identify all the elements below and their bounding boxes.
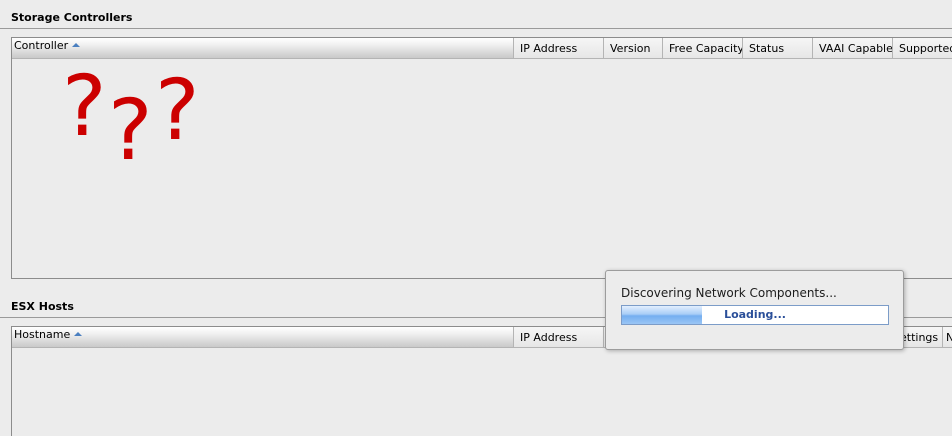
column-header-label: ettings xyxy=(900,331,939,344)
column-header-label: Status xyxy=(749,42,785,55)
column-header-label: Controller xyxy=(14,39,69,52)
column-header-label: Supported xyxy=(899,42,952,55)
column-header-label: IP Address xyxy=(520,42,578,55)
esx-hosts-title: ESX Hosts xyxy=(11,300,74,313)
question-mark-annotation: ? xyxy=(155,61,200,159)
column-header-truncated[interactable]: N xyxy=(943,327,952,348)
column-header-label: N xyxy=(946,331,952,344)
column-header-settings[interactable]: ettings xyxy=(898,327,943,348)
question-mark-annotation: ? xyxy=(108,81,153,179)
loading-message: Discovering Network Components... xyxy=(621,286,837,300)
storage-controllers-divider xyxy=(0,28,952,29)
column-header-vaai-capable[interactable]: VAAI Capable xyxy=(813,38,893,59)
column-header-label: Version xyxy=(610,42,651,55)
column-header-label: Free Capacity xyxy=(669,42,743,55)
progress-label: Loading... xyxy=(724,308,786,321)
column-header-free-capacity[interactable]: Free Capacity xyxy=(663,38,743,59)
column-header-label: VAAI Capable xyxy=(819,42,893,55)
sort-ascending-icon xyxy=(74,332,83,336)
column-header-supported[interactable]: Supported xyxy=(893,38,952,59)
column-header-status[interactable]: Status xyxy=(743,38,813,59)
column-header-ip-address[interactable]: IP Address xyxy=(514,327,604,348)
column-header-label: Hostname xyxy=(14,328,71,341)
sort-ascending-icon xyxy=(72,43,81,47)
loading-dialog: Discovering Network Components... Loadin… xyxy=(605,270,904,350)
column-header-label: IP Address xyxy=(520,331,578,344)
column-header-version[interactable]: Version xyxy=(604,38,663,59)
question-mark-annotation: ? xyxy=(62,57,107,155)
progress-bar: Loading... xyxy=(621,305,889,325)
column-header-hostname[interactable]: Hostname xyxy=(12,327,514,348)
column-header-ip-address[interactable]: IP Address xyxy=(514,38,604,59)
column-header-controller[interactable]: Controller xyxy=(12,38,514,59)
storage-controllers-title: Storage Controllers xyxy=(11,11,133,24)
